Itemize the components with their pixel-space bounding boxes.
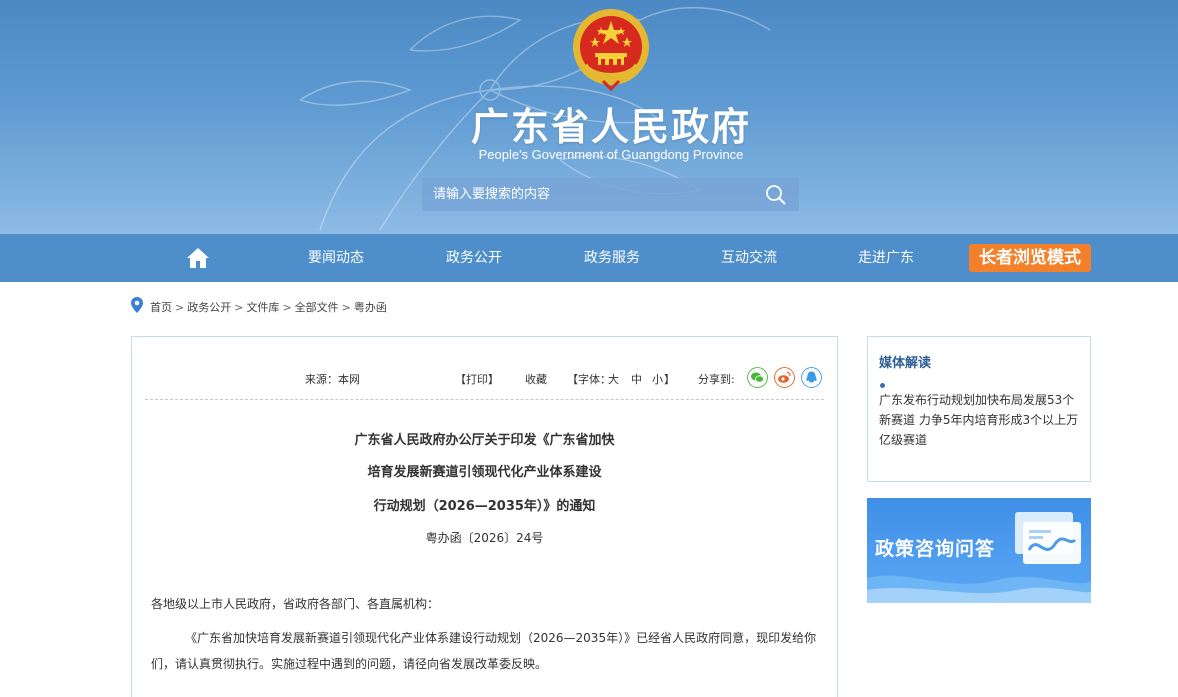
document-number: 粤办函〔2026〕24号 bbox=[425, 531, 544, 545]
nav-item-gov-affairs-open[interactable]: 政务公开 bbox=[446, 234, 502, 282]
national-emblem-icon bbox=[573, 9, 649, 91]
breadcrumb-gov-affairs-open[interactable]: 政务公开 bbox=[187, 301, 231, 314]
document-salutation: 各地级以上市人民政府，省政府各部门、各直属机构： bbox=[151, 597, 440, 611]
breadcrumb-home[interactable]: 首页 bbox=[150, 301, 172, 314]
search-icon[interactable] bbox=[765, 184, 787, 206]
qq-share-icon[interactable] bbox=[801, 367, 822, 388]
weibo-share-icon[interactable] bbox=[774, 367, 795, 388]
search-input[interactable] bbox=[422, 178, 774, 211]
wechat-share-icon[interactable] bbox=[747, 367, 768, 388]
bullet-icon bbox=[880, 383, 885, 388]
document-title-line-2: 培育发展新赛道引领现代化产业体系建设 bbox=[367, 465, 602, 480]
location-pin-icon bbox=[131, 297, 143, 313]
policy-qa-banner-text: 政策咨询问答 bbox=[875, 538, 996, 560]
font-size-label-close: 】 bbox=[664, 373, 675, 386]
document-body: 《广东省加快培育发展新赛道引领现代化产业体系建设行动规划（2026—2035年）… bbox=[151, 631, 817, 671]
font-large-button[interactable]: 大 bbox=[608, 371, 619, 387]
breadcrumb-separator: > bbox=[341, 301, 351, 314]
breadcrumb-all-documents[interactable]: 全部文件 bbox=[295, 301, 339, 314]
document-title-line-3: 行动规划（2026—2035年）》的通知 bbox=[373, 499, 596, 514]
article-toolbar: 来源：本网 【打印】 收藏 【字体： 大 中 小 】 分享到: bbox=[132, 367, 837, 389]
breadcrumb-separator: > bbox=[175, 301, 185, 314]
policy-qa-banner[interactable]: 政策咨询问答 bbox=[867, 498, 1091, 603]
font-medium-button[interactable]: 中 bbox=[631, 371, 642, 387]
share-label: 分享到: bbox=[698, 373, 735, 386]
toolbar-divider bbox=[145, 399, 824, 400]
header-banner: 广东省人民政府 People's Government of Guangdong… bbox=[0, 0, 1178, 234]
breadcrumb-separator: > bbox=[234, 301, 244, 314]
print-button[interactable]: 【打印】 bbox=[455, 371, 499, 387]
breadcrumb-separator: > bbox=[282, 301, 292, 314]
article-panel: 来源：本网 【打印】 收藏 【字体： 大 中 小 】 分享到: 广东省人民政府办… bbox=[131, 336, 838, 697]
font-small-button[interactable]: 小 bbox=[652, 371, 663, 387]
site-title: 广东省人民政府 bbox=[470, 105, 751, 149]
breadcrumb-current[interactable]: 粤办函 bbox=[354, 301, 387, 314]
document-title-line-1: 广东省人民政府办公厅关于印发《广东省加快 bbox=[354, 433, 615, 448]
search-box bbox=[422, 178, 799, 211]
home-icon[interactable] bbox=[186, 247, 210, 269]
nav-item-about-guangdong[interactable]: 走进广东 bbox=[858, 234, 914, 282]
nav-item-gov-services[interactable]: 政务服务 bbox=[584, 234, 640, 282]
media-interpretation-link[interactable]: 广东发布行动规划加快布局发展53个新赛道 力争5年内培育形成3个以上万亿级赛道 bbox=[879, 390, 1079, 450]
font-size-label: 【字体： bbox=[567, 373, 611, 386]
nav-item-news[interactable]: 要闻动态 bbox=[308, 234, 364, 282]
main-nav: 要闻动态 政务公开 政务服务 互动交流 走进广东 长者浏览模式 bbox=[0, 234, 1178, 282]
media-interpretation-panel: 媒体解读 广东发布行动规划加快布局发展53个新赛道 力争5年内培育形成3个以上万… bbox=[867, 336, 1091, 482]
favorite-button[interactable]: 收藏 bbox=[525, 371, 547, 387]
breadcrumb-document-library[interactable]: 文件库 bbox=[246, 301, 279, 314]
site-subtitle: People's Government of Guangdong Provinc… bbox=[478, 147, 744, 162]
article-source: 来源：本网 bbox=[305, 373, 360, 386]
elder-mode-button[interactable]: 长者浏览模式 bbox=[969, 244, 1091, 272]
nav-item-interaction[interactable]: 互动交流 bbox=[721, 234, 777, 282]
media-interpretation-heading: 媒体解读 bbox=[879, 356, 932, 371]
